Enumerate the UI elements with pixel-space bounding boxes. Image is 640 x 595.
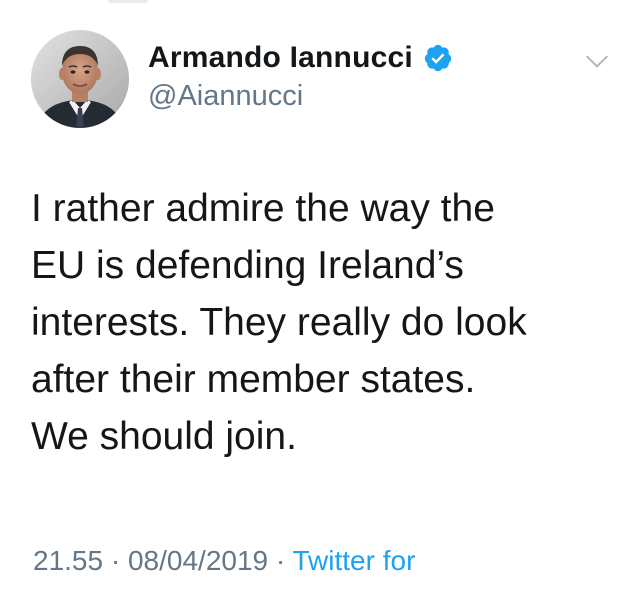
avatar[interactable] [31,30,129,128]
tweet-metadata: 21.55 · 08/04/2019 · Twitter for [33,545,415,577]
tweet-text-line: interests. They really do look [31,301,527,344]
tweet-source-link[interactable]: Twitter for [293,545,416,576]
tweet-time[interactable]: 21.55 [33,545,103,576]
avatar-image [31,30,129,128]
tweet-text-line: I rather admire the way the [31,187,495,230]
tweet-text-line: We should join. [31,415,297,458]
separator: · [103,545,128,576]
display-name[interactable]: Armando Iannucci [148,41,413,75]
verified-badge-icon [424,44,452,72]
separator: · [268,545,293,576]
author-name-row[interactable]: Armando Iannucci [148,38,453,78]
tweet-date[interactable]: 08/04/2019 [128,545,268,576]
chevron-down-icon[interactable] [584,48,610,74]
tweet-text-line: after their member states. [31,358,476,401]
tweet-text: I rather admire the way the EU is defend… [31,180,621,465]
user-handle[interactable]: @Aiannucci [148,80,303,113]
tweet-text-line: EU is defending Ireland’s [31,244,464,287]
cropped-element-top [108,0,148,3]
